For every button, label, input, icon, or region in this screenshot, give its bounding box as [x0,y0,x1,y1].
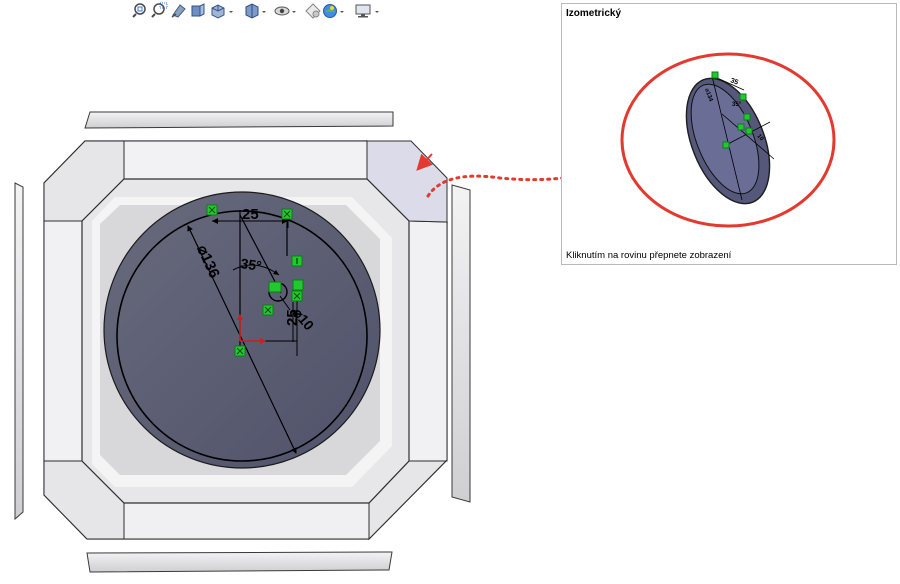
coincident-relation-icon[interactable] [268,281,282,293]
heads-up-toolbar [132,2,379,19]
sketch-point-icon[interactable] [291,290,303,302]
dimension-angle[interactable]: 35° [240,255,263,274]
plane-edge-top[interactable] [123,140,368,180]
view-settings-icon[interactable] [355,4,379,18]
plane-edge-right[interactable] [408,220,448,462]
preview-viewport[interactable]: 35 ⌀134 35° 10 [562,4,898,266]
previous-view-icon[interactable] [171,4,186,18]
hide-show-items-icon[interactable] [274,6,296,16]
part-disk[interactable] [103,191,381,469]
plane-bar-left[interactable] [14,182,24,521]
preview-hint-text: Kliknutím na rovinu přepnete zobrazení [566,250,732,261]
sketch-point-icon[interactable] [206,204,218,216]
dimension-horizontal[interactable]: 25 [242,206,259,223]
vertical-relation-icon[interactable] [291,255,303,267]
zoom-to-area-icon[interactable] [151,2,168,18]
plane-bar-top[interactable] [84,111,394,129]
tangent-relation-icon[interactable] [292,279,304,291]
sketch-point-icon[interactable] [281,208,293,220]
sketch-point-icon[interactable] [234,345,246,357]
plane-bar-bottom[interactable] [86,551,393,573]
plane-edge-left[interactable] [43,220,83,462]
zoom-to-fit-icon[interactable] [132,3,146,18]
view-preview-panel[interactable]: Izometrický 35 ⌀134 35° 10 Kliknutím na … [561,3,897,265]
plane-edge-bottom[interactable] [123,502,370,540]
preview-dim-angle: 35° [732,102,742,108]
section-view-icon[interactable] [191,3,205,17]
apply-scene-icon[interactable] [323,4,345,18]
display-style-icon[interactable] [245,3,266,19]
view-orientation-icon[interactable] [211,4,233,19]
plane-bar-right[interactable] [451,184,471,503]
edit-appearance-icon[interactable] [305,3,321,19]
sketch-point-icon[interactable] [262,304,274,316]
disk-outer-face[interactable] [103,191,381,469]
